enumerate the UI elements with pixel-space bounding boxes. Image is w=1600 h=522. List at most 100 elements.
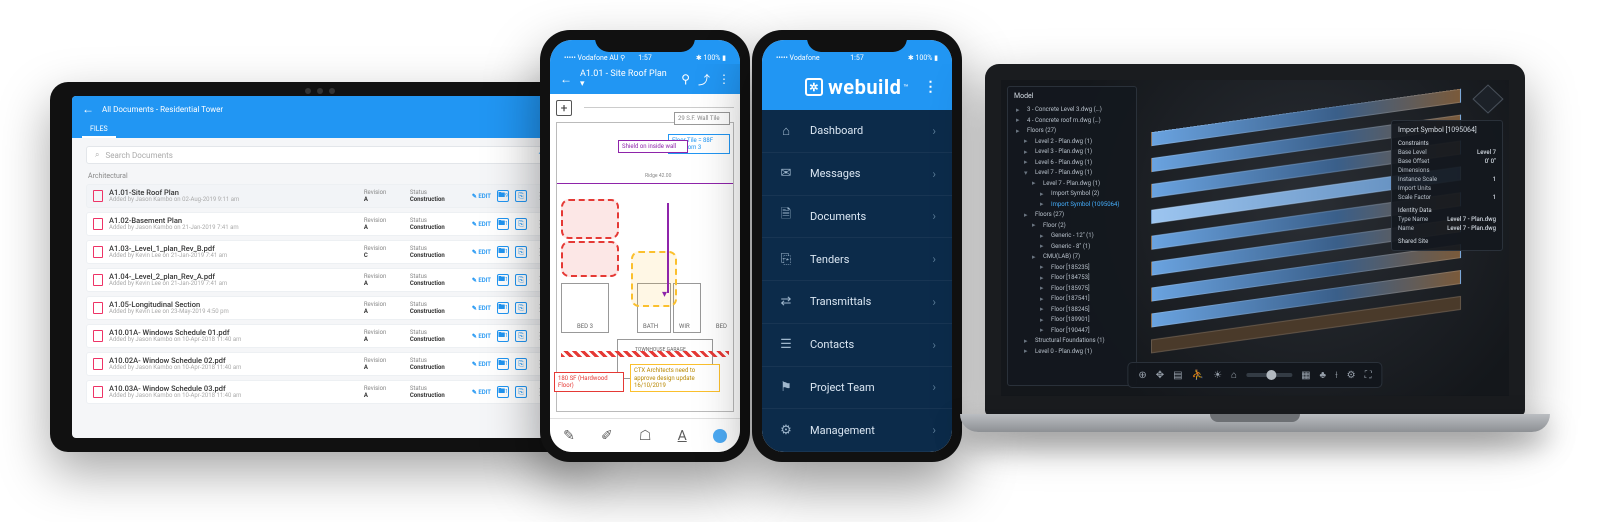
markup-cloud-red[interactable]	[561, 241, 619, 277]
twisty-icon[interactable]: ▸	[1024, 210, 1031, 221]
copy-button[interactable]: ⎘	[515, 218, 527, 230]
tree-node[interactable]: ▸Floor [187541]	[1014, 294, 1130, 305]
folder-button[interactable]: 🖿1	[497, 274, 509, 286]
twisty-icon[interactable]: ▸	[1024, 336, 1031, 347]
twisty-icon[interactable]: ▸	[1040, 273, 1047, 284]
copy-button[interactable]: ⎘	[515, 302, 527, 314]
annotation-note[interactable]: CTX Architects need to approve design up…	[630, 364, 720, 392]
document-row[interactable]: A10.02A- Window Schedule 02.pdfAdded by …	[86, 352, 554, 376]
document-row[interactable]: A10.01A- Windows Schedule 01.pdfAdded by…	[86, 324, 554, 348]
tab-files[interactable]: FILES	[82, 122, 116, 138]
section-icon[interactable]: ▤	[1173, 370, 1182, 381]
fullscreen-icon[interactable]: ⛶	[1365, 370, 1372, 381]
twisty-icon[interactable]: ▸	[1040, 304, 1047, 315]
tree-node[interactable]: ▸Level 6 - Plan.dwg (1)	[1014, 157, 1130, 168]
nav-item-management[interactable]: ⚙Management›	[762, 409, 952, 452]
tree-node[interactable]: ▸Level 3 - Plan.dwg (1)	[1014, 147, 1130, 158]
markup-cloud-red[interactable]	[561, 199, 619, 239]
settings-icon[interactable]: ⚙	[1347, 370, 1356, 381]
tree-icon[interactable]: ♣	[1320, 370, 1327, 381]
edit-button[interactable]: ✎ EDIT	[472, 277, 491, 284]
color-picker-icon[interactable]	[713, 429, 727, 443]
nav-item-dashboard[interactable]: ⌂Dashboard›	[762, 110, 952, 153]
tree-node[interactable]: ▸Import Symbol (1095064)	[1014, 199, 1130, 210]
copy-button[interactable]: ⎘	[515, 358, 527, 370]
measure-icon[interactable]: ⟊	[1335, 370, 1338, 381]
tree-node[interactable]: ▸CMU(LAB) (7)	[1014, 252, 1130, 263]
twisty-icon[interactable]: ▸	[1040, 199, 1047, 210]
twisty-icon[interactable]: ▸	[1040, 231, 1047, 242]
pen-icon[interactable]: ✎	[563, 428, 575, 444]
twisty-icon[interactable]: ▸	[1040, 189, 1047, 200]
tree-node[interactable]: ▸Structural Foundations (1)	[1014, 336, 1130, 347]
explode-slider[interactable]	[1246, 373, 1292, 377]
folder-button[interactable]: 🖿9	[497, 190, 509, 202]
copy-button[interactable]: ⎘	[515, 246, 527, 258]
tree-node[interactable]: ▸Level 2 - Plan.dwg (1)	[1014, 136, 1130, 147]
tree-node[interactable]: ▸Floor [189901]	[1014, 315, 1130, 326]
twisty-icon[interactable]: ▸	[1040, 283, 1047, 294]
stamp-icon[interactable]: ☖	[639, 428, 652, 444]
folder-button[interactable]: 🖿1	[497, 330, 509, 342]
twisty-icon[interactable]: ▸	[1024, 157, 1031, 168]
plan-title[interactable]: A1.01 - Site Roof Plan ▾	[580, 69, 673, 89]
twisty-icon[interactable]: ▸	[1016, 115, 1023, 126]
nav-item-tenders[interactable]: ⎘Tenders›	[762, 238, 952, 281]
nav-item-project-team[interactable]: ⚑Project Team›	[762, 367, 952, 410]
document-row[interactable]: A10.03A- Window Schedule 03.pdfAdded by …	[86, 380, 554, 404]
copy-button[interactable]: ⎘	[515, 190, 527, 202]
twisty-icon[interactable]: ▸	[1040, 241, 1047, 252]
document-row[interactable]: A1.02-Basement PlanAdded by Jason Kambo …	[86, 212, 554, 236]
twisty-icon[interactable]: ▸	[1024, 136, 1031, 147]
nav-item-contacts[interactable]: ☰Contacts›	[762, 324, 952, 367]
tree-node[interactable]: ▸Floor [185975]	[1014, 283, 1130, 294]
tree-node[interactable]: ▸Generic - 8" (1)	[1014, 241, 1130, 252]
orbit-icon[interactable]: ⊕	[1138, 370, 1146, 381]
add-button[interactable]: +	[556, 100, 572, 116]
folder-button[interactable]: 🖿1	[497, 246, 509, 258]
tree-node[interactable]: ▸Floor [185235]	[1014, 262, 1130, 273]
twisty-icon[interactable]: ▸	[1032, 220, 1039, 231]
tree-node[interactable]: ▸Floors (27)	[1014, 126, 1130, 137]
edit-button[interactable]: ✎ EDIT	[472, 193, 491, 200]
person-icon[interactable]: ⛹	[1192, 370, 1204, 381]
model-tree-panel[interactable]: Model ▸3 - Concrete Level 3.dwg (…)▸4 - …	[1007, 86, 1137, 386]
tree-node[interactable]: ▸Floor [190447]	[1014, 325, 1130, 336]
tree-node[interactable]: ▸Floor [188245]	[1014, 304, 1130, 315]
twisty-icon[interactable]: ▸	[1016, 105, 1023, 116]
tree-node[interactable]: ▸Import Symbol (2)	[1014, 189, 1130, 200]
nav-item-messages[interactable]: ✉Messages›	[762, 153, 952, 196]
tree-node[interactable]: ▸4 - Concrete roof m.dwg (…)	[1014, 115, 1130, 126]
folder-button[interactable]: 🖿1	[497, 218, 509, 230]
sun-icon[interactable]: ☀	[1213, 370, 1222, 381]
document-row[interactable]: A1.04-_Level_2_plan_Rev_A.pdfAdded by Ke…	[86, 268, 554, 292]
twisty-icon[interactable]: ▸	[1040, 294, 1047, 305]
twisty-icon[interactable]: ▸	[1024, 147, 1031, 158]
folder-button[interactable]: 🖿1	[497, 302, 509, 314]
markup-cloud-yellow[interactable]	[631, 251, 677, 307]
annotation-note[interactable]: Shield on inside wall	[618, 140, 688, 153]
annotation-note[interactable]: 29 S.F. Wall Tile	[674, 112, 730, 125]
tree-node[interactable]: ▸Level 7 - Plan.dwg (1)	[1014, 178, 1130, 189]
annotation-note[interactable]: 180 SF (Hardwood Floor)	[554, 372, 624, 392]
copy-button[interactable]: ⎘	[515, 330, 527, 342]
tree-node[interactable]: ▸3 - Concrete Level 3.dwg (…)	[1014, 105, 1130, 116]
camera-icon[interactable]: ⌂	[1231, 370, 1237, 381]
tree-node[interactable]: ▸Floor (2)	[1014, 220, 1130, 231]
layers-icon[interactable]: ▦	[1301, 370, 1310, 381]
twisty-icon[interactable]: ▸	[1040, 315, 1047, 326]
folder-button[interactable]: 🖿1	[497, 358, 509, 370]
tree-node[interactable]: ▸Floors (27)	[1014, 210, 1130, 221]
nav-item-documents[interactable]: 🗎Documents›	[762, 196, 952, 239]
twisty-icon[interactable]: ▸	[1040, 325, 1047, 336]
twisty-icon[interactable]: ▸	[1032, 252, 1039, 263]
document-row[interactable]: A1.01-Site Roof PlanAdded by Jason Kambo…	[86, 184, 554, 208]
twisty-icon[interactable]: ▸	[1024, 346, 1031, 357]
share-icon[interactable]: ⤴	[698, 71, 710, 88]
copy-button[interactable]: ⎘	[515, 386, 527, 398]
text-icon[interactable]: A	[678, 428, 687, 444]
tree-node[interactable]: ▾Level 7 - Plan.dwg (1)	[1014, 168, 1130, 179]
twisty-icon[interactable]: ▾	[1024, 168, 1031, 179]
edit-button[interactable]: ✎ EDIT	[472, 361, 491, 368]
twisty-icon[interactable]: ▸	[1040, 262, 1047, 273]
